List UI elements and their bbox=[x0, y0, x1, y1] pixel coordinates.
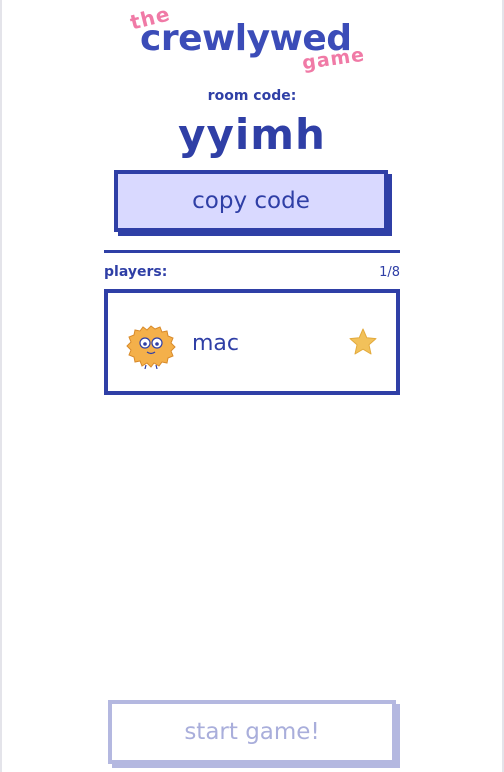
copy-code-button[interactable]: copy code bbox=[114, 170, 388, 232]
host-star-icon bbox=[349, 328, 377, 355]
game-logo: the crewlywed game bbox=[120, 1, 390, 84]
orange-fuzzy-monster-icon bbox=[126, 325, 176, 369]
section-divider bbox=[104, 250, 400, 253]
players-count: 1/8 bbox=[379, 265, 400, 280]
player-name: mac bbox=[192, 331, 240, 356]
room-code-value: yyimh bbox=[178, 110, 326, 159]
player-card: mac bbox=[104, 289, 400, 395]
players-label: players: bbox=[104, 264, 168, 280]
start-game-button[interactable]: start game! bbox=[108, 700, 396, 764]
room-code-label: room code: bbox=[207, 88, 297, 104]
